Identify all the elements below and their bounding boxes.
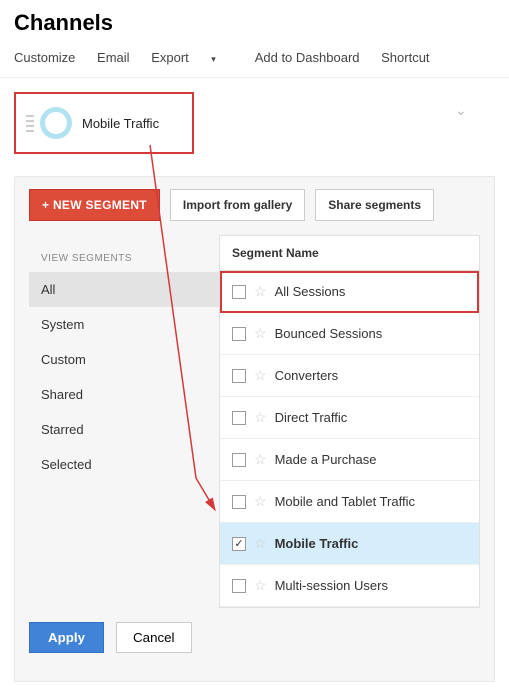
checkbox[interactable] — [232, 327, 246, 341]
sidebar-item-system[interactable]: System — [29, 307, 219, 342]
checkbox[interactable] — [232, 579, 246, 593]
page-title: Channels — [14, 10, 495, 36]
new-segment-button[interactable]: + NEW SEGMENT — [29, 189, 160, 221]
star-icon[interactable]: ☆ — [254, 577, 267, 594]
list-header: Segment Name — [220, 236, 479, 271]
star-icon[interactable]: ☆ — [254, 409, 267, 426]
apply-button[interactable]: Apply — [29, 622, 104, 653]
list-row[interactable]: ☆ Bounced Sessions — [220, 313, 479, 355]
sidebar-item-custom[interactable]: Custom — [29, 342, 219, 377]
drag-handle-icon — [26, 115, 34, 132]
list-row[interactable]: ☆ Mobile and Tablet Traffic — [220, 481, 479, 523]
list-row[interactable]: ☆ Converters — [220, 355, 479, 397]
toolbar-customize[interactable]: Customize — [14, 50, 75, 65]
star-icon[interactable]: ☆ — [254, 535, 267, 552]
list-row[interactable]: ☆ Direct Traffic — [220, 397, 479, 439]
checkbox[interactable] — [232, 369, 246, 383]
toolbar-add-dashboard[interactable]: Add to Dashboard — [255, 50, 360, 65]
star-icon[interactable]: ☆ — [254, 283, 267, 300]
toolbar-email[interactable]: Email — [97, 50, 130, 65]
toolbar-export[interactable]: Export ▾ — [151, 50, 234, 65]
row-label: Made a Purchase — [275, 452, 377, 467]
sidebar-header: VIEW SEGMENTS — [29, 245, 219, 272]
share-segments-button[interactable]: Share segments — [315, 189, 434, 221]
list-row[interactable]: ☆ Multi-session Users — [220, 565, 479, 607]
star-icon[interactable]: ☆ — [254, 451, 267, 468]
toolbar-shortcut[interactable]: Shortcut — [381, 50, 429, 65]
checkbox[interactable] — [232, 285, 246, 299]
import-gallery-button[interactable]: Import from gallery — [170, 189, 305, 221]
row-label: All Sessions — [275, 284, 346, 299]
chevron-down-icon[interactable]: ⌄ — [455, 102, 467, 119]
list-row[interactable]: ☆ All Sessions — [220, 271, 479, 313]
sidebar-item-all[interactable]: All — [29, 272, 219, 307]
row-label: Bounced Sessions — [275, 326, 383, 341]
cancel-button[interactable]: Cancel — [116, 622, 192, 653]
row-label: Direct Traffic — [275, 410, 348, 425]
row-label: Multi-session Users — [275, 578, 388, 593]
segment-chip[interactable]: Mobile Traffic — [14, 92, 194, 154]
list-row[interactable]: ☆ Made a Purchase — [220, 439, 479, 481]
star-icon[interactable]: ☆ — [254, 367, 267, 384]
row-label: Mobile Traffic — [275, 536, 359, 551]
checkbox[interactable] — [232, 453, 246, 467]
sidebar-item-starred[interactable]: Starred — [29, 412, 219, 447]
toolbar: Customize Email Export ▾ Add to Dashboar… — [0, 44, 509, 78]
caret-down-icon: ▾ — [209, 54, 216, 64]
row-label: Mobile and Tablet Traffic — [275, 494, 415, 509]
row-label: Converters — [275, 368, 339, 383]
chip-label: Mobile Traffic — [82, 116, 159, 131]
sidebar-item-shared[interactable]: Shared — [29, 377, 219, 412]
list-row[interactable]: ✓ ☆ Mobile Traffic — [220, 523, 479, 565]
sidebar-item-selected[interactable]: Selected — [29, 447, 219, 482]
star-icon[interactable]: ☆ — [254, 325, 267, 342]
checkbox[interactable]: ✓ — [232, 537, 246, 551]
checkbox[interactable] — [232, 411, 246, 425]
star-icon[interactable]: ☆ — [254, 493, 267, 510]
circle-icon — [40, 107, 72, 139]
checkbox[interactable] — [232, 495, 246, 509]
